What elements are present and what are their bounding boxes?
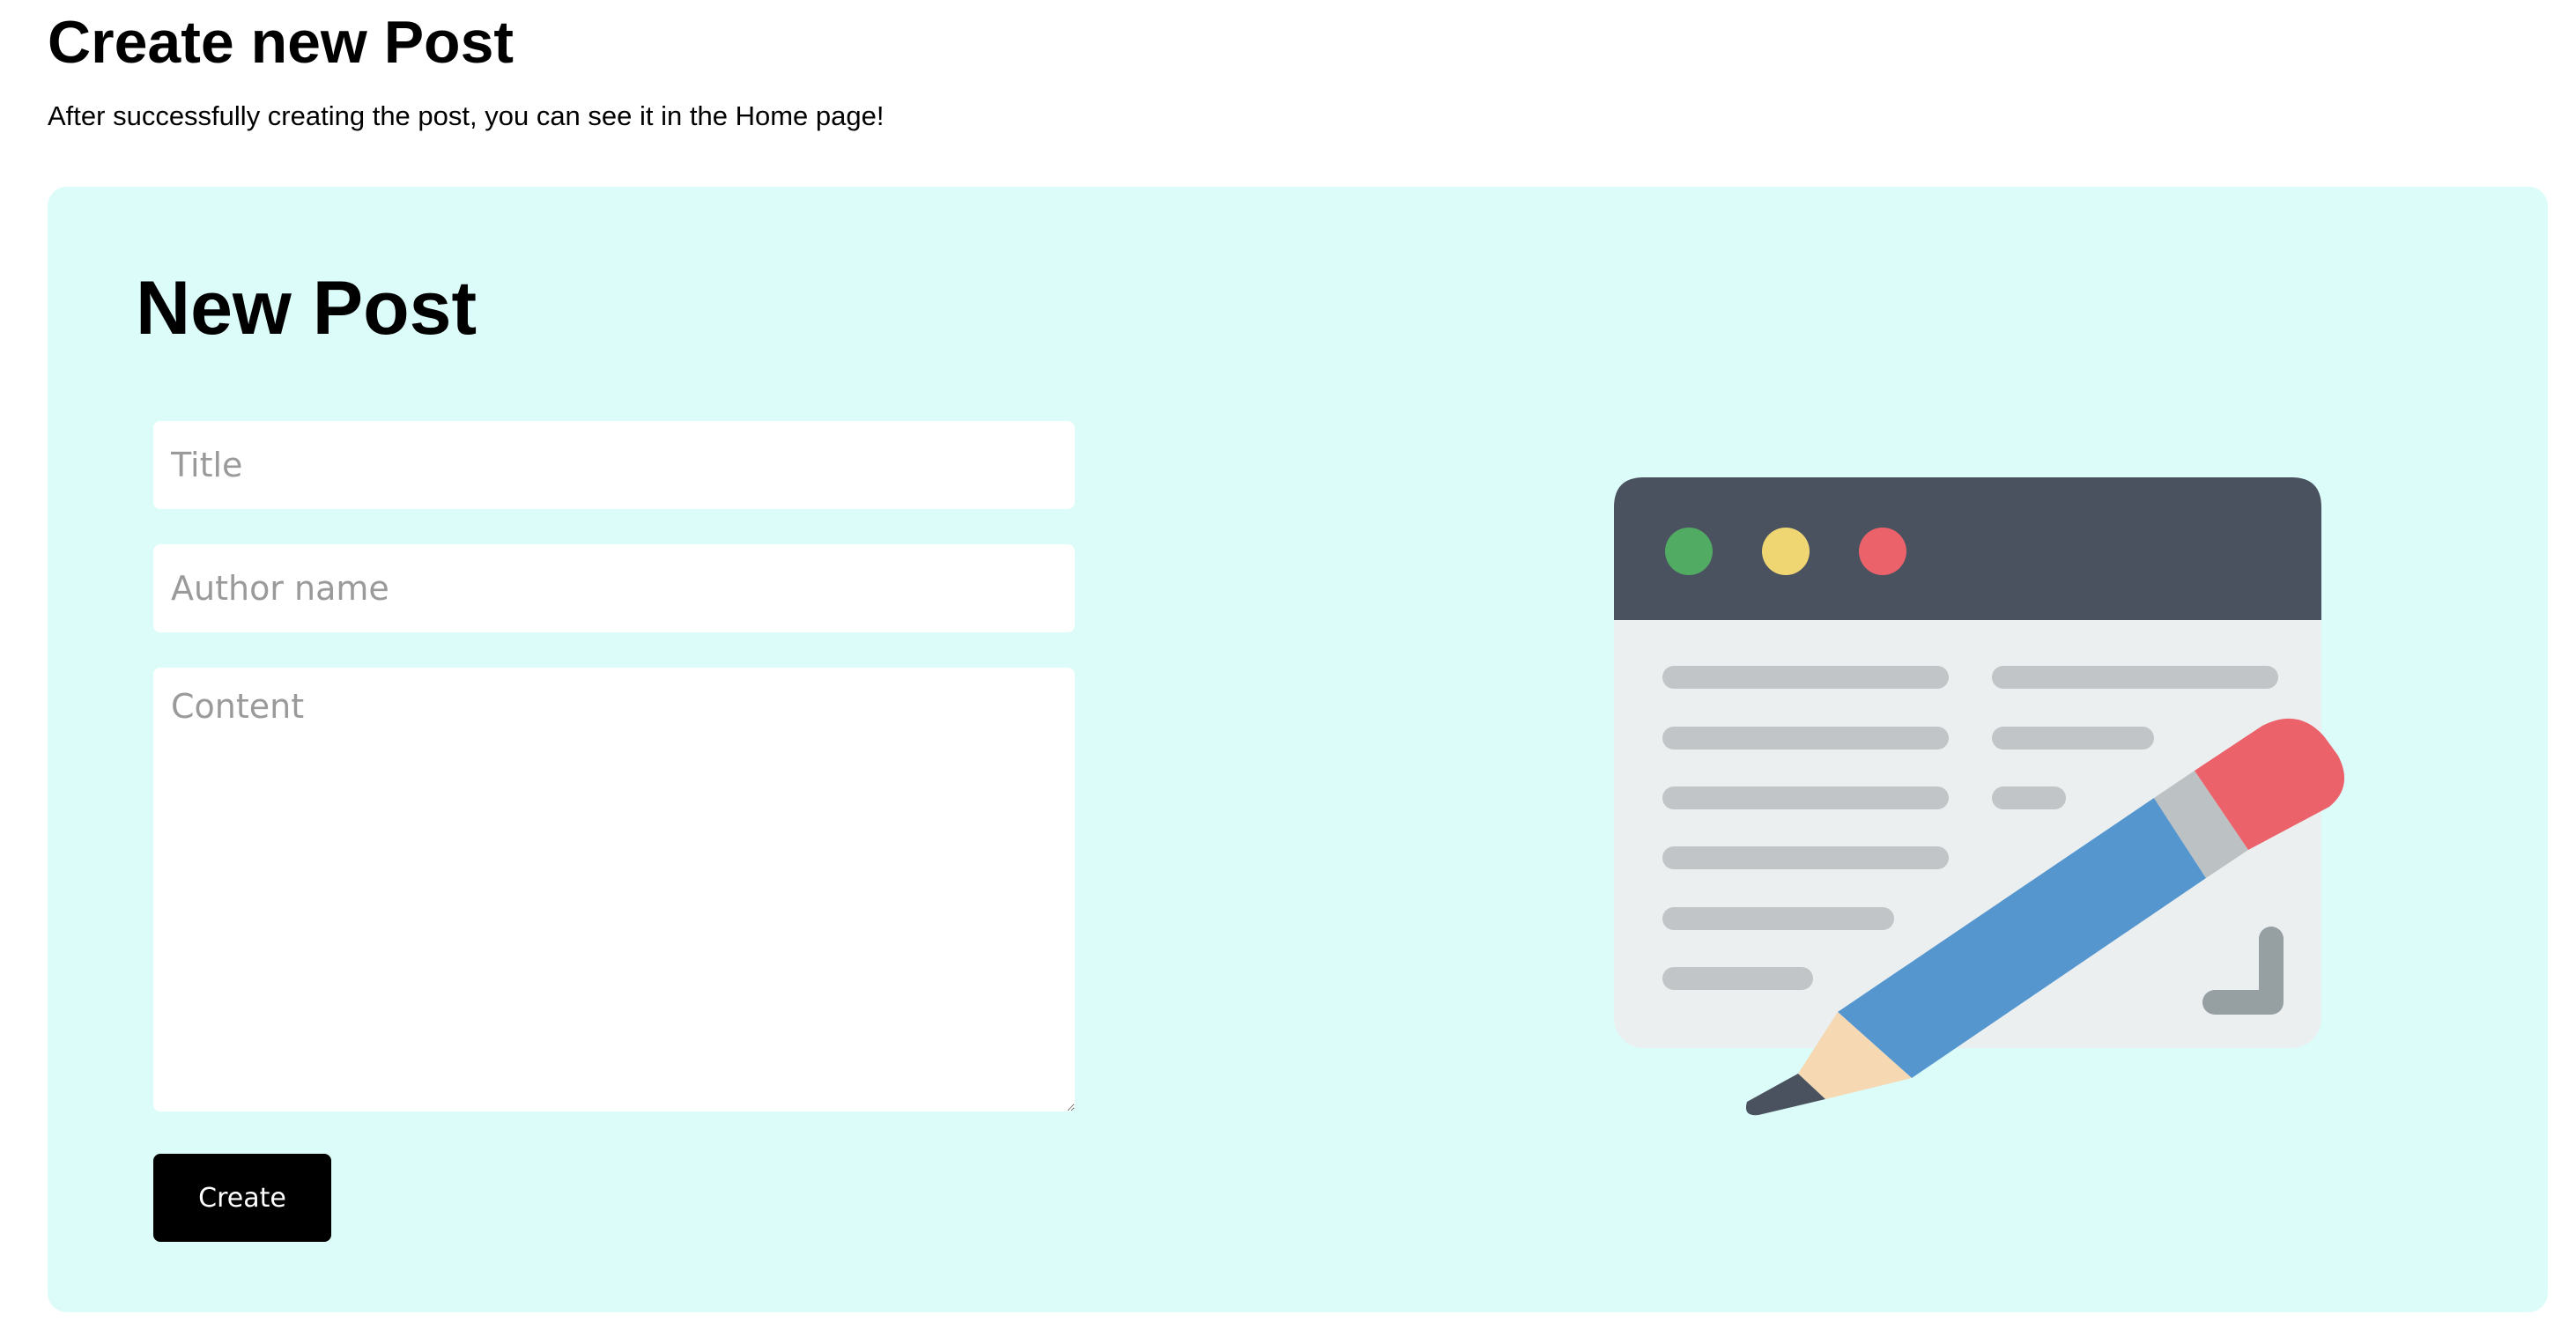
create-post-page: Create new Post After successfully creat… xyxy=(0,0,2576,1344)
new-post-card: New Post Create xyxy=(48,187,2548,1312)
page-subtitle: After successfully creating the post, yo… xyxy=(48,100,885,131)
title-input[interactable] xyxy=(153,421,1075,509)
window-dot-red xyxy=(1859,528,1906,575)
form-heading: New Post xyxy=(136,266,477,351)
window-dot-yellow xyxy=(1762,528,1810,575)
content-textarea[interactable] xyxy=(153,668,1075,1111)
browser-window-with-pencil-icon xyxy=(1614,477,2345,1116)
create-button[interactable]: Create xyxy=(153,1154,331,1242)
page-title: Create new Post xyxy=(48,9,514,76)
window-dot-green xyxy=(1665,528,1713,575)
window-header xyxy=(1614,477,2321,620)
author-name-input[interactable] xyxy=(153,544,1075,632)
